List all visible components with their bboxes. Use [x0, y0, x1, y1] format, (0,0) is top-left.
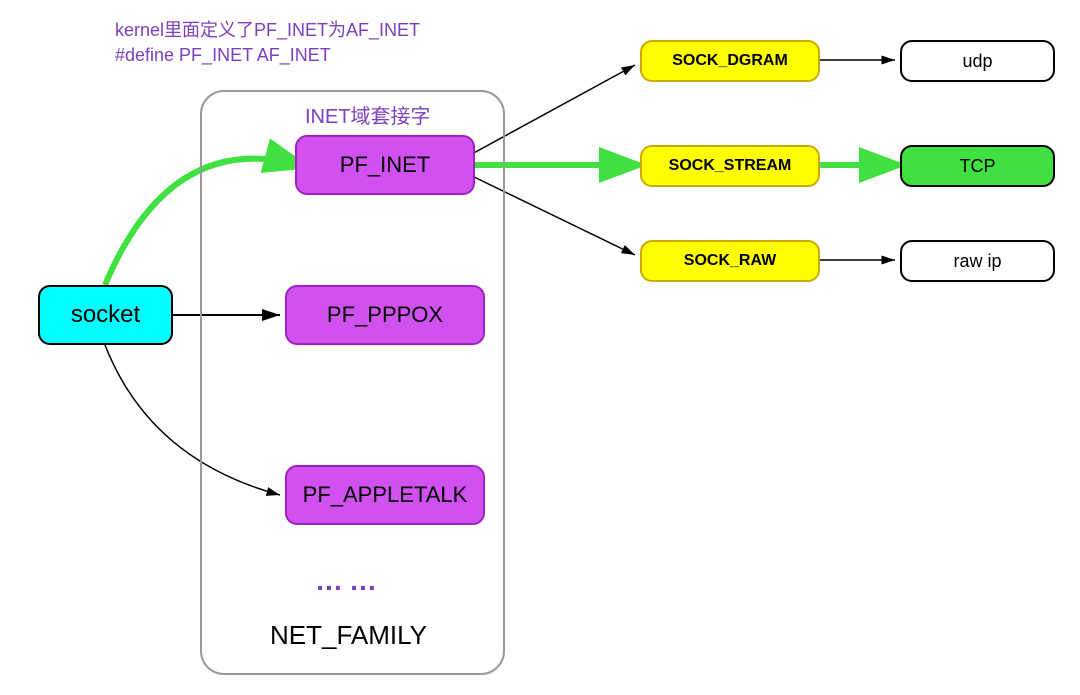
sock-stream-label: SOCK_STREAM	[669, 157, 792, 175]
tcp-label: TCP	[960, 156, 996, 177]
pf-appletalk-node: PF_APPLETALK	[285, 465, 485, 525]
tcp-node: TCP	[900, 145, 1055, 187]
udp-node: udp	[900, 40, 1055, 82]
socket-node: socket	[38, 285, 173, 345]
sock-raw-label: SOCK_RAW	[684, 252, 776, 270]
annotation-line1: kernel里面定义了PF_INET为AF_INET	[115, 18, 420, 43]
pf-inet-node: PF_INET	[295, 135, 475, 195]
connector-arrows	[0, 0, 1080, 695]
annotation-text: kernel里面定义了PF_INET为AF_INET #define PF_IN…	[115, 18, 420, 68]
rawip-label: raw ip	[953, 251, 1001, 272]
pf-pppox-label: PF_PPPOX	[327, 302, 443, 328]
sock-raw-node: SOCK_RAW	[640, 240, 820, 282]
udp-label: udp	[962, 51, 992, 72]
pf-inet-label: PF_INET	[340, 152, 430, 178]
annotation-line2: #define PF_INET AF_INET	[115, 43, 420, 68]
ellipsis: ……	[315, 565, 383, 597]
inet-domain-label: INET域套接字	[305, 100, 431, 129]
sock-dgram-node: SOCK_DGRAM	[640, 40, 820, 82]
socket-label: socket	[71, 301, 140, 329]
sock-stream-node: SOCK_STREAM	[640, 145, 820, 187]
sock-dgram-label: SOCK_DGRAM	[672, 52, 788, 70]
rawip-node: raw ip	[900, 240, 1055, 282]
pf-appletalk-label: PF_APPLETALK	[303, 482, 468, 508]
pf-pppox-node: PF_PPPOX	[285, 285, 485, 345]
net-family-label: NET_FAMILY	[270, 620, 427, 651]
